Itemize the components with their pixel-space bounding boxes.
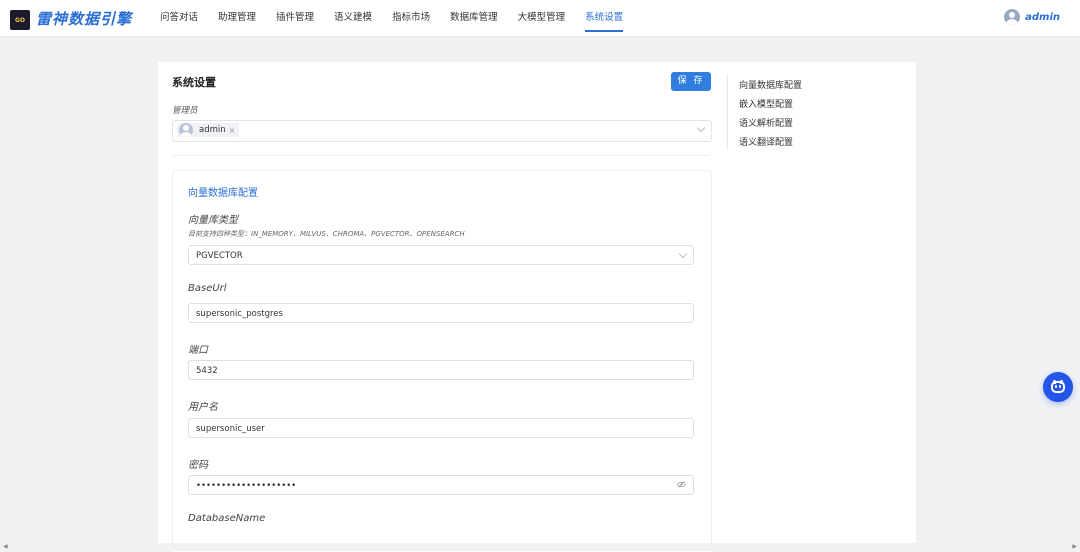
- nav-item-assistant[interactable]: 助理管理: [218, 0, 256, 36]
- nav-item-metric-market[interactable]: 指标市场: [392, 0, 430, 36]
- dbname-label: DatabaseName: [188, 513, 266, 524]
- password-label: 密码: [188, 460, 208, 471]
- logo-glyph: GO: [14, 16, 26, 24]
- admin-tag-label: admin: [199, 125, 226, 135]
- anchor-vector-db[interactable]: 向量数据库配置: [739, 78, 802, 91]
- username-label: 用户名: [188, 402, 218, 413]
- password-value: ••••••••••••••••••••: [196, 481, 297, 491]
- main-nav: 问答对话 助理管理 插件管理 语义建模 指标市场 数据库管理 大模型管理 系统设…: [160, 0, 643, 36]
- nav-item-database[interactable]: 数据库管理: [450, 0, 498, 36]
- nav-item-semantic-model[interactable]: 语义建模: [334, 0, 372, 36]
- save-button[interactable]: 保 存: [671, 72, 711, 91]
- horizontal-scrollbar[interactable]: ◀ ▶: [0, 543, 1080, 551]
- user-name: admin: [1025, 11, 1060, 23]
- app-title[interactable]: 雷神数据引擎: [36, 8, 132, 29]
- baseurl-input[interactable]: supersonic_postgres: [188, 303, 694, 323]
- chevron-down-icon: [678, 249, 688, 259]
- robot-icon[interactable]: [1043, 372, 1073, 402]
- password-input[interactable]: ••••••••••••••••••••: [188, 475, 694, 495]
- section-title: 向量数据库配置: [188, 188, 258, 199]
- top-header: GO 雷神数据引擎 问答对话 助理管理 插件管理 语义建模 指标市场 数据库管理…: [0, 0, 1080, 37]
- vector-type-label: 向量库类型: [188, 215, 238, 226]
- port-input[interactable]: 5432: [188, 360, 694, 380]
- scroll-right-icon[interactable]: ▶: [1072, 543, 1077, 550]
- user-avatar-icon: [1004, 9, 1021, 25]
- admin-select[interactable]: admin ×: [172, 120, 712, 142]
- nav-item-plugin[interactable]: 插件管理: [276, 0, 314, 36]
- vector-db-card: 向量数据库配置 向量库类型 目前支持四种类型：IN_MEMORY、MILVUS、…: [172, 170, 712, 552]
- anchor-semantic-translate[interactable]: 语义翻译配置: [739, 135, 793, 148]
- port-label: 端口: [188, 345, 208, 356]
- baseurl-label: BaseUrl: [188, 283, 227, 294]
- nav-item-llm[interactable]: 大模型管理: [518, 0, 566, 36]
- divider: [172, 155, 710, 156]
- tag-remove-icon[interactable]: ×: [229, 126, 236, 135]
- chevron-down-icon: [696, 123, 706, 133]
- admin-label: 管理员: [172, 106, 198, 116]
- page-title: 系统设置: [172, 76, 216, 89]
- admin-tag: admin ×: [177, 123, 240, 137]
- scroll-left-icon[interactable]: ◀: [3, 543, 8, 550]
- nav-item-chat[interactable]: 问答对话: [160, 0, 198, 36]
- anchor-nav: 向量数据库配置 嵌入模型配置 语义解析配置 语义翻译配置: [727, 74, 848, 150]
- anchor-semantic-parse[interactable]: 语义解析配置: [739, 116, 793, 129]
- vector-type-select[interactable]: PGVECTOR: [188, 245, 694, 265]
- user-menu[interactable]: admin: [1004, 9, 1060, 25]
- anchor-embedding[interactable]: 嵌入模型配置: [739, 97, 793, 110]
- username-input[interactable]: supersonic_user: [188, 418, 694, 438]
- user-avatar-icon: [179, 123, 193, 137]
- nav-item-system-settings[interactable]: 系统设置: [585, 0, 624, 36]
- vector-type-hint: 目前支持四种类型：IN_MEMORY、MILVUS、CHROMA、PGVECTO…: [188, 230, 465, 238]
- eye-slash-icon[interactable]: [677, 480, 686, 489]
- vector-type-value: PGVECTOR: [196, 251, 243, 261]
- app-logo-icon: GO: [10, 10, 30, 30]
